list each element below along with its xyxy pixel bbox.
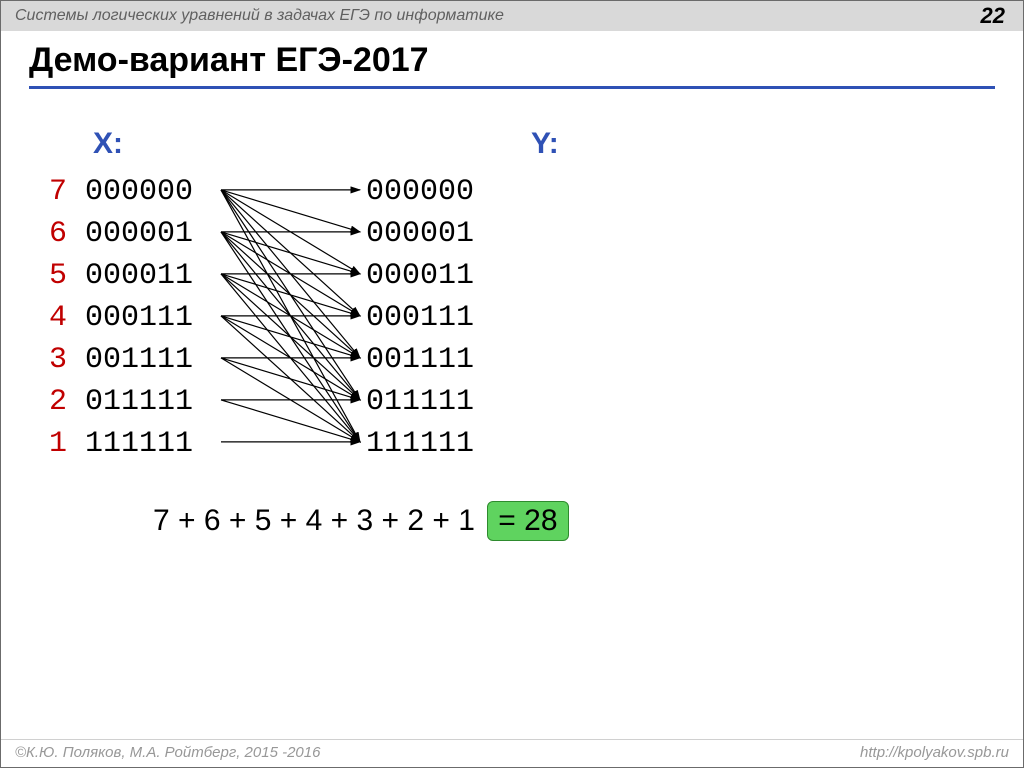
arrow bbox=[221, 190, 360, 232]
slide-header: Системы логических уравнений в задачах Е… bbox=[1, 1, 1023, 31]
arrow bbox=[221, 316, 360, 358]
page-number: 22 bbox=[981, 3, 1005, 29]
arrow bbox=[221, 232, 360, 274]
slide: Системы логических уравнений в задачах Е… bbox=[0, 0, 1024, 768]
footer-url: http://kpolyakov.spb.ru bbox=[860, 744, 1009, 761]
arrow bbox=[221, 274, 360, 316]
arrow bbox=[221, 400, 360, 442]
arrow-diagram bbox=[1, 121, 1024, 541]
sum-expr: 7 + 6 + 5 + 4 + 3 + 2 + 1 bbox=[153, 504, 475, 537]
slide-title: Демо-вариант ЕГЭ-2017 bbox=[29, 41, 995, 89]
header-subject: Системы логических уравнений в задачах Е… bbox=[15, 7, 504, 24]
arrow bbox=[221, 358, 360, 400]
footer-copyright: ©К.Ю. Поляков, М.А. Ройтберг, 2015 -2016 bbox=[15, 744, 320, 761]
sum-line: 7 + 6 + 5 + 4 + 3 + 2 + 1 = 28 bbox=[153, 501, 569, 541]
sum-result: = 28 bbox=[487, 501, 568, 541]
slide-footer: ©К.Ю. Поляков, М.А. Ройтберг, 2015 -2016… bbox=[1, 739, 1023, 767]
slide-content: X: Y: 7 0000006 0000015 0000114 0001113 … bbox=[1, 121, 1023, 727]
